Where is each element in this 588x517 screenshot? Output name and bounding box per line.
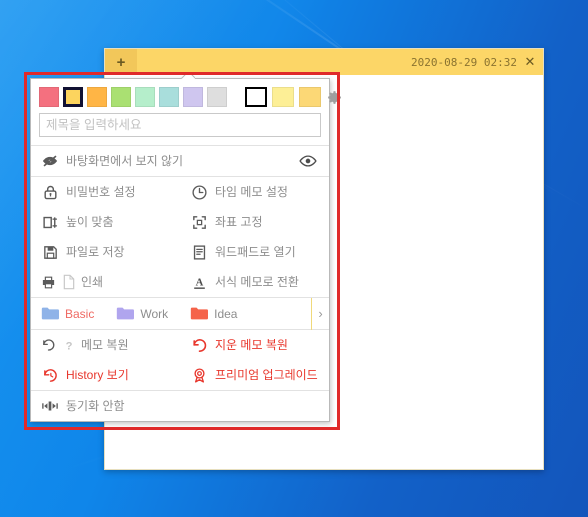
menu-label: 메모 복원 (81, 338, 129, 352)
menu-item-restore-deleted-memo[interactable]: 지운 메모 복원 (180, 330, 329, 360)
menu-item-print[interactable]: 인쇄 (31, 267, 180, 297)
undo-red-icon (190, 336, 208, 354)
menu-item-premium-upgrade[interactable]: 프리미엄 업그레이드 (180, 360, 329, 390)
title-input[interactable] (39, 113, 321, 137)
swatch-color-gray[interactable] (207, 87, 227, 107)
fit-height-icon (41, 213, 59, 231)
menu-label: 파일로 저장 (66, 245, 125, 259)
titlebar-spacer (137, 49, 411, 75)
crosshair-frame-icon (190, 213, 208, 231)
desktop-background: + 2020-08-29 02:32 ✕ 제목을 입력하세요 바탕화면에서 보지… (0, 0, 588, 517)
folder-label: Basic (65, 306, 95, 321)
menu-row: 동기화 안함 (31, 391, 329, 421)
menu-row: History 보기 프리미엄 업그레이드 (31, 360, 329, 390)
menu-section-security: 비밀번호 설정 타임 메모 설정 높이 맞춤 좌표 고정 파일로 저장 워드패드… (31, 176, 329, 297)
menu-item-view-history[interactable]: History 보기 (31, 360, 180, 390)
swatch-shade-white[interactable] (245, 87, 267, 107)
menu-row: ? 메모 복원 지운 메모 복원 (31, 330, 329, 360)
note-titlebar[interactable]: + 2020-08-29 02:32 ✕ (105, 49, 543, 75)
menu-section-sync: 동기화 안함 (31, 390, 329, 421)
folder-icon (190, 305, 209, 323)
eye-icon[interactable] (299, 154, 329, 168)
svg-text:?: ? (65, 340, 72, 352)
swatch-color-yellow[interactable] (63, 87, 83, 107)
menu-item-convert-format-memo[interactable]: A 서식 메모로 전환 (180, 267, 329, 297)
swatch-shade-light[interactable] (272, 87, 294, 107)
svg-text:A: A (195, 277, 203, 288)
gear-icon[interactable] (326, 88, 343, 106)
menu-label: 동기화 안함 (66, 399, 125, 413)
menu-item-set-time-memo[interactable]: 타임 메모 설정 (180, 177, 329, 207)
undo-icon (41, 336, 56, 354)
swatch-color-coral[interactable] (39, 87, 59, 107)
menu-item-hide-on-desktop[interactable]: 바탕화면에서 보지 않기 (31, 146, 329, 176)
menu-item-save-to-file[interactable]: 파일로 저장 (31, 237, 180, 267)
menu-label: History 보기 (66, 368, 129, 382)
menu-label: 인쇄 (81, 275, 104, 289)
history-clock-icon (41, 366, 59, 384)
folder-icon (41, 305, 59, 323)
swatch-shade-medium[interactable] (299, 87, 321, 107)
folder-label: Idea (214, 306, 238, 321)
page-icon (61, 273, 76, 291)
menu-section-restore: ? 메모 복원 지운 메모 복원 History 보기 프리미엄 업그레이드 (31, 329, 329, 390)
menu-label: 바탕화면에서 보지 않기 (66, 154, 184, 168)
text-format-icon: A (190, 273, 208, 291)
popup-caret (181, 72, 195, 79)
menu-label: 좌표 고정 (215, 215, 263, 229)
menu-label: 지운 메모 복원 (215, 338, 288, 352)
note-timestamp: 2020-08-29 02:32 (411, 55, 517, 69)
sync-off-icon (41, 397, 59, 415)
menu-label: 서식 메모로 전환 (215, 275, 299, 289)
menu-label: 비밀번호 설정 (66, 185, 136, 199)
menu-row: 인쇄 A 서식 메모로 전환 (31, 267, 329, 297)
award-medal-icon (190, 366, 208, 384)
swatch-color-orange[interactable] (87, 87, 107, 107)
swatch-color-mint[interactable] (135, 87, 155, 107)
menu-item-open-wordpad[interactable]: 워드패드로 열기 (180, 237, 329, 267)
folder-item-basic[interactable]: Basic (41, 305, 94, 323)
menu-row: 파일로 저장 워드패드로 열기 (31, 237, 329, 267)
close-icon[interactable]: ✕ (523, 49, 543, 75)
menu-item-restore-memo[interactable]: ? 메모 복원 (31, 330, 180, 360)
folder-tabs-row: Basic Work Idea › (31, 297, 329, 330)
menu-item-fit-height[interactable]: 높이 맞춤 (31, 207, 180, 237)
menu-label: 프리미엄 업그레이드 (215, 368, 318, 382)
swatch-color-lavender[interactable] (183, 87, 203, 107)
note-context-menu: 바탕화면에서 보지 않기 (30, 78, 341, 422)
menu-row: 비밀번호 설정 타임 메모 설정 (31, 177, 329, 207)
add-tab-button[interactable]: + (105, 49, 137, 75)
menu-item-set-password[interactable]: 비밀번호 설정 (31, 177, 180, 207)
menu-item-no-sync[interactable]: 동기화 안함 (31, 391, 329, 421)
menu-label: 높이 맞춤 (66, 215, 114, 229)
color-palette-row (31, 79, 341, 111)
swatch-color-teal[interactable] (159, 87, 179, 107)
printer-icon (41, 273, 56, 291)
floppy-save-icon (41, 243, 59, 261)
menu-row: 높이 맞춤 좌표 고정 (31, 207, 329, 237)
chevron-right-icon[interactable]: › (311, 297, 329, 330)
question-mark-icon: ? (61, 336, 76, 354)
menu-item-lock-position[interactable]: 좌표 고정 (180, 207, 329, 237)
menu-section-visibility: 바탕화면에서 보지 않기 (31, 145, 329, 176)
menu-label: 타임 메모 설정 (215, 185, 288, 199)
menu-label: 워드패드로 열기 (215, 245, 296, 259)
clock-icon (190, 183, 208, 201)
folder-icon (116, 305, 135, 323)
lock-icon (41, 183, 59, 201)
document-lines-icon (190, 243, 208, 261)
folder-label: Work (140, 306, 169, 321)
title-input-wrapper (31, 111, 329, 145)
swatch-color-green[interactable] (111, 87, 131, 107)
eye-slash-icon (41, 152, 59, 170)
menu-row: 바탕화면에서 보지 않기 (31, 146, 329, 176)
folder-item-work[interactable]: Work (116, 305, 168, 323)
folder-item-idea[interactable]: Idea (190, 305, 237, 323)
